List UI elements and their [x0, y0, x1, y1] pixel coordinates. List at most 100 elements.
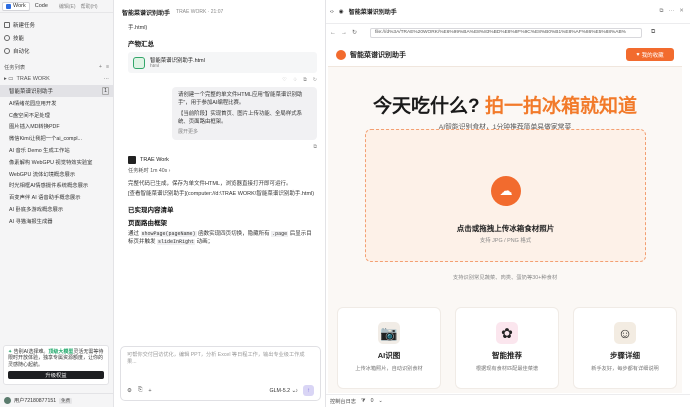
titlebar: Work Code 编辑(E) 帮助(H) [0, 0, 113, 13]
automation-label: 自动化 [13, 48, 30, 55]
avatar [4, 397, 11, 404]
artifacts-heading: 产物汇总 [128, 41, 154, 48]
task-item[interactable]: 微信Kimi让我把一个ai_compl... [0, 132, 113, 144]
more-icon[interactable]: ··· [669, 8, 675, 15]
show-more-link[interactable]: 展开更多 [178, 128, 311, 136]
user-bar[interactable]: 用户72180877151 免费 [0, 393, 114, 407]
automation-button[interactable]: 自动化 [0, 44, 113, 57]
task-item[interactable]: 百变声伴 AI 语音助手概念展示 [0, 191, 113, 203]
mic-icon[interactable]: ♪ [295, 388, 298, 394]
tab-code[interactable]: Code [32, 2, 51, 11]
dislike-icon[interactable]: ♢ [293, 77, 297, 83]
browser-title: 智能菜谱识别助手 [348, 10, 397, 16]
preview-icon[interactable]: ◉ [339, 9, 344, 15]
task-item[interactable]: AI 卧底多游戏概念展示 [0, 203, 113, 215]
file-type: html [150, 64, 160, 69]
task-item[interactable]: 像素解构 WebGPU 视觉特效实验室 [0, 156, 113, 168]
code-view-icon[interactable]: ‹› [330, 9, 334, 15]
model-label: GLM-5.2 [269, 387, 291, 394]
more-icon[interactable]: ··· [104, 76, 110, 82]
task-list-header: 任务列表 + ≡ [0, 61, 113, 73]
app-brand: 智能菜谱识别助手 [350, 51, 406, 59]
open-external-icon[interactable]: ⧉ [659, 8, 663, 15]
menu-edit[interactable]: 编辑(E) [59, 3, 76, 10]
filter-icon[interactable]: ≡ [106, 64, 109, 70]
favorites-label: 我的收藏 [641, 52, 664, 59]
promo-card: ✦ 告别AI选择难。顶级大模型灵活无需等待 限时开放体验，独享专属资源额度，让你… [3, 345, 109, 385]
chef-icon: ☺ [614, 322, 636, 344]
forward-icon[interactable]: → [341, 30, 347, 36]
filter-icon[interactable]: ⧩ [361, 398, 366, 405]
copy-icon[interactable]: ⧉ [303, 77, 307, 83]
copy-url-icon[interactable]: ⧉ [651, 29, 655, 36]
feature-card: 📷 AI识图 上传冰箱照片，自动识别食材 [337, 307, 441, 389]
user-name: 用户72180877151 [14, 398, 57, 404]
route-code-1: showPage(pageName) [140, 231, 197, 237]
chevron-down-icon[interactable]: ⌄ [378, 398, 382, 404]
chat-title: 智能菜谱识别助手 [122, 10, 171, 17]
menu-help[interactable]: 帮助(H) [81, 3, 98, 10]
add-task-icon[interactable]: + [99, 64, 102, 70]
retry-icon[interactable]: ↻ [313, 77, 317, 83]
user-message: 请创建一个完整的单文件HTML应用"智能菜谱识别助手"，用于参加AI编程比赛。 … [172, 87, 317, 140]
task-item[interactable]: C盘空间不足处理 [0, 109, 113, 121]
task-item[interactable]: 图片插入MD转换PDF [0, 121, 113, 133]
browser-nav: ← → ↻ file:///d%3A/TRAE%20WORK/%E6%99%BA… [326, 24, 690, 41]
task-item-selected[interactable]: 智能菜谱识别助手 1 [0, 85, 113, 97]
upload-cloud-icon: ☁ [491, 176, 521, 206]
route-end: 动画； [196, 239, 214, 245]
tab-work-label: Work [13, 3, 26, 9]
task-items: AI情绪花园应用开发 C盘空间不足处理 图片插入MD转换PDF 微信Kimi让我把一个… [0, 97, 113, 227]
task-item[interactable]: AI 寻猫海报生成器 [0, 215, 113, 227]
tab-work[interactable]: Work [2, 1, 30, 11]
add-icon[interactable]: + [148, 388, 151, 394]
upload-subtitle: 支持 JPG / PNG 格式 [479, 238, 532, 244]
url-bar[interactable]: file:///d%3A/TRAE%20WORK/%E6%99%BA%E8%83… [370, 27, 643, 38]
chat-input[interactable]: 可帮你交付回访优化，编辑 PPT，分析 Excel 等日程工作，输出专业级工作成… [120, 346, 321, 401]
console-bar[interactable]: 控制台日志 ⧩ 0 ⌄ [326, 394, 690, 407]
back-icon[interactable]: ← [330, 30, 336, 36]
message-actions: ♡ ♢ ⧉ ↻ [128, 77, 317, 83]
skills-button[interactable]: 技能 [0, 31, 113, 44]
settings-icon[interactable]: ⚙ [127, 388, 132, 394]
artifact-file-card[interactable]: 智能菜谱识别助手.html html [128, 52, 317, 73]
task-duration[interactable]: 任务耗时 1m 40s › [128, 167, 317, 174]
brain-icon: ✿ [496, 322, 518, 344]
app-logo-icon [336, 49, 346, 60]
task-group[interactable]: ▸ ▭ TRAE WORK ··· [0, 73, 113, 85]
automation-icon [4, 47, 10, 54]
upload-tip: 支持识别常见蔬菜、肉类、蛋奶等30+种食材 [452, 275, 558, 281]
task-item[interactable]: AI情绪花园应用开发 [0, 97, 113, 109]
console-label: 控制台日志 [330, 398, 356, 405]
tab-code-label: Code [34, 3, 48, 9]
copy-icon[interactable]: ⧉ [313, 144, 317, 150]
feature-title: AI识图 [377, 351, 401, 360]
task-list-title: 任务列表 [4, 65, 26, 71]
upgrade-button[interactable]: 升级权益 [8, 370, 104, 379]
new-task-button[interactable]: 新建任务 [0, 18, 113, 31]
model-selector[interactable]: GLM-5.2 ⌄ [269, 388, 296, 394]
response-link[interactable]: [查看智能菜谱识别助手](computer://d:\TRAE WORK\智能菜… [128, 190, 317, 198]
route-desc: 通过 showPage(pageName) 函数实现四页切换，隐藏所有 .pag… [128, 230, 317, 246]
task-item[interactable]: 时光相框AI情感摄件系统概念展示 [0, 180, 113, 192]
response-line-1: 完整代码已生成，保存为单文件HTML，浏览器直接打开即可运行。 [128, 181, 292, 187]
close-icon[interactable]: ✕ [679, 8, 684, 15]
attach-icon[interactable]: ⎘ [138, 387, 142, 394]
left-sidebar: Work Code 编辑(E) 帮助(H) 新建任务 技能 自动化 任务列表 +… [0, 0, 114, 407]
refresh-icon[interactable]: ↻ [352, 29, 357, 36]
promo-text: ✦ 告别AI选择难。顶级大模型灵活无需等待 限时开放体验，独享专属资源额度，让你… [8, 349, 104, 368]
task-item[interactable]: WebGPU 流体幻境概念展示 [0, 168, 113, 180]
user-message-actions: ⧉ [128, 144, 317, 150]
send-button[interactable]: ↑ [303, 385, 314, 396]
task-group-label: TRAE WORK [16, 76, 50, 82]
feature-cards: 📷 AI识图 上传冰箱照片，自动识别食材 ✿ 智能推荐 根据现有食材匹配最佳菜谱 ☺ 步骤… [337, 307, 677, 389]
work-icon [6, 3, 11, 9]
task-duration-label: 任务耗时 1m 40s [128, 168, 168, 174]
favorites-button[interactable]: ♥ 我的收藏 [626, 48, 674, 61]
heart-icon: ♥ [636, 51, 640, 58]
like-icon[interactable]: ♡ [282, 77, 286, 83]
chat-line-top: 手.html) [128, 25, 148, 31]
upload-dropzone[interactable]: ☁ 点击或拖拽上传冰箱食材照片 支持 JPG / PNG 格式 [365, 129, 646, 262]
task-item[interactable]: AI 音乐 Demo 生成工作站 [0, 144, 113, 156]
new-task-label: 新建任务 [13, 22, 36, 29]
